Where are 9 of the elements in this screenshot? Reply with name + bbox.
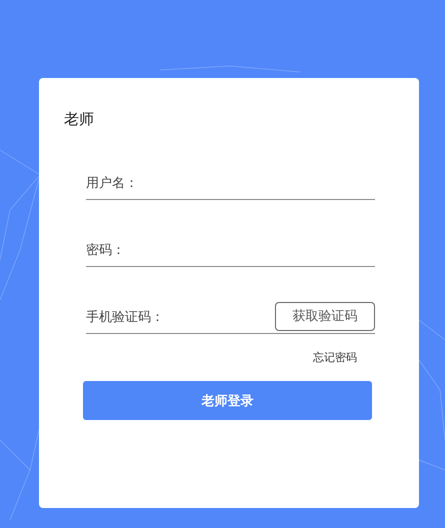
field-label: 手机验证码： (86, 309, 164, 326)
get-code-button[interactable]: 获取验证码 (275, 302, 375, 330)
forgot-password-link[interactable]: 忘记密码 (313, 350, 357, 365)
input-field[interactable]: 手机验证码： 获取验证码 (86, 301, 375, 334)
input-field[interactable]: 用户名： (86, 167, 375, 200)
field-label: 密码： (86, 242, 125, 259)
field-label: 用户名： (86, 175, 138, 192)
input-field[interactable]: 密码： (86, 234, 375, 267)
card-title: 老师 (64, 110, 95, 129)
